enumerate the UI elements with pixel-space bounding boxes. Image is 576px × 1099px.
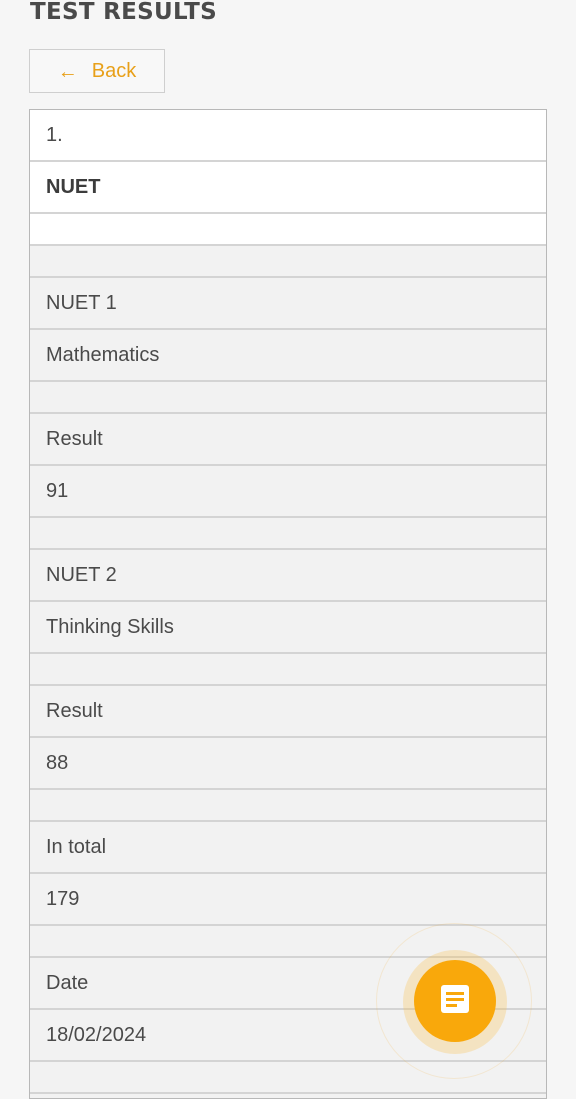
note-icon — [440, 984, 470, 1019]
part2-result-label-row: Result — [30, 686, 546, 738]
total-value-row: 179 — [30, 874, 546, 926]
part1-name-row: NUET 1 — [30, 278, 546, 330]
part1-subject-row: Mathematics — [30, 330, 546, 382]
part2-result-value-row: 88 — [30, 738, 546, 790]
spacer-row — [30, 790, 546, 822]
total-label-row: In total — [30, 822, 546, 874]
notes-fab-button[interactable] — [414, 960, 496, 1042]
page-title: TEST RESULTS — [30, 0, 218, 25]
spacer-row — [30, 214, 546, 246]
part2-name-row: NUET 2 — [30, 550, 546, 602]
spacer-row — [30, 382, 546, 414]
spacer-row — [30, 654, 546, 686]
exam-name-row: NUET — [30, 162, 546, 214]
part2-subject-row: Thinking Skills — [30, 602, 546, 654]
result-number-row: 1. — [30, 110, 546, 162]
spacer-row — [30, 518, 546, 550]
part1-result-value-row: 91 — [30, 466, 546, 518]
back-button-label: Back — [91, 59, 137, 82]
spacer-row — [30, 246, 546, 278]
arrow-left-icon: ← — [57, 61, 78, 83]
part1-result-label-row: Result — [30, 414, 546, 466]
back-button[interactable]: ← Back — [29, 49, 165, 93]
